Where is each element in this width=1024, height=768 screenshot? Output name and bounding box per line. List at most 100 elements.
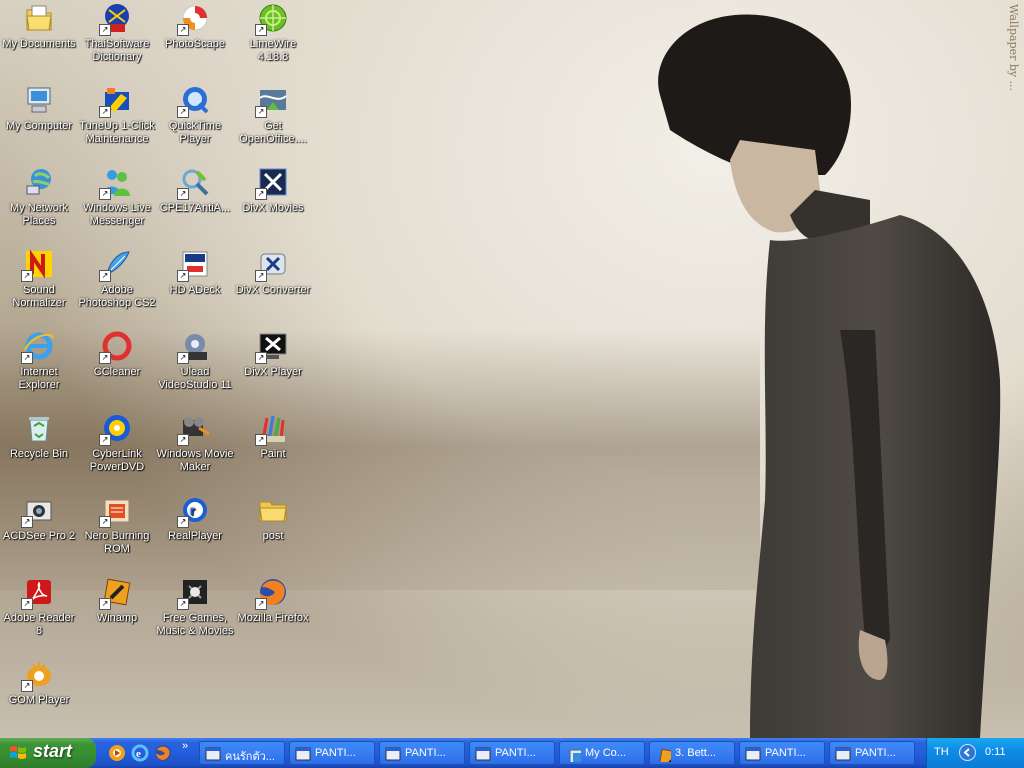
shortcut-arrow-icon: ↗ xyxy=(177,598,189,610)
start-button[interactable]: start xyxy=(0,738,96,768)
ie-window-icon xyxy=(205,746,221,762)
ie-window-icon xyxy=(295,746,311,762)
desktop-icon-label: Mozilla Firefox xyxy=(237,612,309,624)
taskbar-button-label: My Co... xyxy=(585,747,626,759)
desktop-icon[interactable]: ↗ DivX Movies xyxy=(234,164,312,244)
desktop-icon[interactable]: ↗ Nero Burning ROM xyxy=(78,492,156,572)
desktop-icon-label: Recycle Bin xyxy=(9,448,69,460)
shortcut-arrow-icon: ↗ xyxy=(255,434,267,446)
svg-text:r: r xyxy=(190,503,195,518)
wallpaper-figure xyxy=(658,14,1001,738)
desktop-icon[interactable]: ↗ Windows Movie Maker xyxy=(156,410,234,490)
desktop-icon-label: CPE17AntiA... xyxy=(159,202,231,214)
desktop-icon[interactable]: My Computer xyxy=(0,82,78,162)
shortcut-arrow-icon: ↗ xyxy=(255,352,267,364)
desktop-icon[interactable]: ↗ Get OpenOffice.... xyxy=(234,82,312,162)
winamp-icon xyxy=(655,746,685,768)
desktop-icon[interactable]: ↗ DivX Converter xyxy=(234,246,312,326)
shortcut-arrow-icon: ↗ xyxy=(21,516,33,528)
shortcut-arrow-icon: ↗ xyxy=(177,434,189,446)
desktop-icon-label: Get OpenOffice.... xyxy=(239,120,307,145)
desktop-icon[interactable]: ↗ Mozilla Firefox xyxy=(234,574,312,654)
shortcut-arrow-icon: ↗ xyxy=(99,106,111,118)
desktop-icon[interactable]: r ↗ RealPlayer xyxy=(156,492,234,572)
taskbar-button[interactable]: PANTI... xyxy=(829,741,915,765)
taskbar-button[interactable]: PANTI... xyxy=(469,741,555,765)
taskbar-button-label: PANTI... xyxy=(855,747,896,759)
desktop-icon-label: TuneUp 1-Click Maintenance xyxy=(79,120,155,145)
start-label: start xyxy=(33,741,73,761)
recycle-bin-icon xyxy=(29,417,49,442)
desktop-icon[interactable]: ↗ Windows Live Messenger xyxy=(78,164,156,244)
desktop-icon[interactable]: ↗ CPE17AntiA... xyxy=(156,164,234,244)
desktop-icon[interactable]: ↗ ThaiSoftware Dictionary xyxy=(78,0,156,80)
quicklaunch-more-button[interactable]: » xyxy=(182,740,188,752)
desktop-icon[interactable]: ↗ LimeWire 4.18.8 xyxy=(234,0,312,80)
desktop-icon[interactable]: ↗ TuneUp 1-Click Maintenance xyxy=(78,82,156,162)
taskbar-button[interactable]: PANTI... xyxy=(739,741,825,765)
shortcut-arrow-icon: ↗ xyxy=(21,680,33,692)
desktop-icon-label: Adobe Photoshop CS2 xyxy=(78,284,156,309)
desktop-icon[interactable]: ↗ HD ADeck xyxy=(156,246,234,326)
desktop-icon[interactable]: ↗ QuickTime Player xyxy=(156,82,234,162)
clock[interactable]: 0:11 xyxy=(985,746,1006,758)
folder-icon xyxy=(259,501,287,522)
desktop-icon-label: Windows Live Messenger xyxy=(83,202,151,227)
desktop-icon[interactable]: ↗ DivX Player xyxy=(234,328,312,408)
desktop-icon[interactable]: ↗ Free Games, Music & Movies xyxy=(156,574,234,654)
shortcut-arrow-icon: ↗ xyxy=(21,352,33,364)
shortcut-arrow-icon: ↗ xyxy=(255,188,267,200)
shortcut-arrow-icon: ↗ xyxy=(21,598,33,610)
desktop-icon[interactable]: My Documents xyxy=(0,0,78,80)
desktop-icon[interactable]: ↗ Paint xyxy=(234,410,312,490)
desktop-icon[interactable]: ↗ ACDSee Pro 2 xyxy=(0,492,78,572)
desktop-icon[interactable]: ↗ Adobe Reader 8 xyxy=(0,574,78,654)
desktop-icon[interactable]: ↗ Adobe Photoshop CS2 xyxy=(78,246,156,326)
desktop-icon-label: Nero Burning ROM xyxy=(84,530,150,555)
desktop-icon-label: CCleaner xyxy=(93,366,141,378)
shortcut-arrow-icon: ↗ xyxy=(99,188,111,200)
desktop-icon-label: Adobe Reader 8 xyxy=(3,612,75,637)
desktop-icon[interactable]: Recycle Bin xyxy=(0,410,78,490)
taskbar: start e » คนรักตัว... PANTI... PANTI... PAN… xyxy=(0,738,1024,768)
desktop-icon-label: My Network Places xyxy=(9,202,69,227)
ie-window-icon xyxy=(835,746,851,762)
taskbar-button[interactable]: คนรักตัว... xyxy=(199,741,285,765)
desktop-icon-label: HD ADeck xyxy=(169,284,221,296)
shortcut-arrow-icon: ↗ xyxy=(177,106,189,118)
my-computer-icon xyxy=(565,746,593,768)
taskbar-button[interactable]: My Co... xyxy=(559,741,645,768)
shortcut-arrow-icon: ↗ xyxy=(99,24,111,36)
desktop-icon[interactable]: ↗ PhotoScape xyxy=(156,0,234,80)
desktop-icon-label: Free Games, Music & Movies xyxy=(156,612,234,637)
windows-logo-icon xyxy=(10,746,26,759)
desktop-icon[interactable]: ↗ Sound Normalizer xyxy=(0,246,78,326)
desktop-icon[interactable]: My Network Places xyxy=(0,164,78,244)
ie-window-icon xyxy=(745,746,761,762)
taskbar-button[interactable]: PANTI... xyxy=(289,741,375,765)
desktop-icon[interactable]: ↗ Ulead VideoStudio 11 xyxy=(156,328,234,408)
taskbar-button-label: PANTI... xyxy=(495,747,536,759)
desktop-icon[interactable]: post xyxy=(234,492,312,572)
taskbar-button[interactable]: 3. Bett... xyxy=(649,741,735,768)
shortcut-arrow-icon: ↗ xyxy=(99,516,111,528)
chevron-left-icon xyxy=(963,748,970,757)
desktop-icon-label: ACDSee Pro 2 xyxy=(2,530,76,542)
desktop-icon[interactable]: ↗ CCleaner xyxy=(78,328,156,408)
internet-explorer-icon[interactable]: e xyxy=(131,744,149,762)
desktop-icon-label: My Computer xyxy=(5,120,73,132)
desktop-icon[interactable]: ↗ Internet Explorer xyxy=(0,328,78,408)
desktop-icon[interactable]: ↗ GOM Player xyxy=(0,656,78,736)
language-indicator[interactable]: TH xyxy=(934,746,949,758)
desktop-icon-label: Ulead VideoStudio 11 xyxy=(158,366,232,391)
desktop-icon[interactable]: ↗ Winamp xyxy=(78,574,156,654)
media-player-icon[interactable] xyxy=(108,744,126,762)
desktop-icon[interactable]: ↗ CyberLink PowerDVD xyxy=(78,410,156,490)
show-hidden-icons-button[interactable] xyxy=(959,744,976,761)
taskbar-button-label: คนรักตัว... xyxy=(225,751,275,763)
desktop-icon-label: Internet Explorer xyxy=(18,366,60,391)
taskbar-button[interactable]: PANTI... xyxy=(379,741,465,765)
firefox-icon[interactable] xyxy=(154,744,172,762)
shortcut-arrow-icon: ↗ xyxy=(99,598,111,610)
shortcut-arrow-icon: ↗ xyxy=(255,24,267,36)
